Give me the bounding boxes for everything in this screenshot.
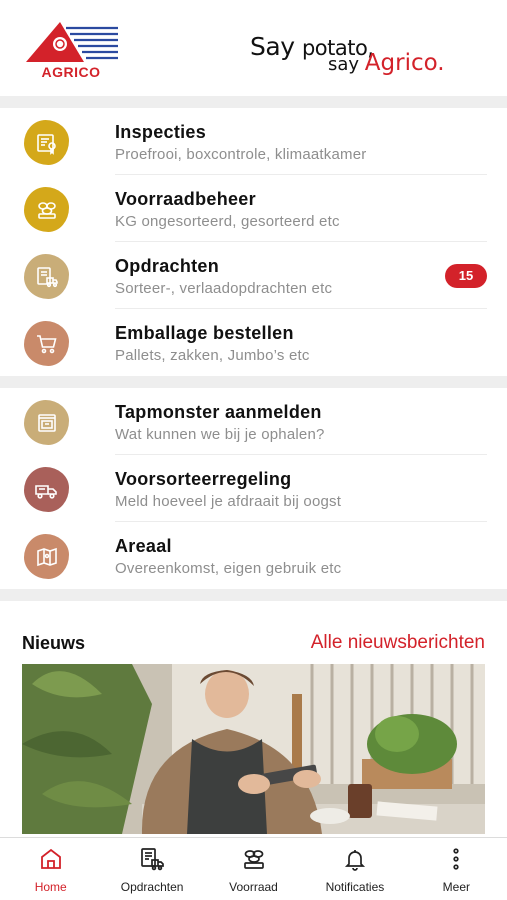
all-news-link[interactable]: Alle nieuwsberichten	[311, 632, 485, 654]
potato-stack-icon	[241, 846, 267, 872]
menu-item-subtitle: Wat kunnen we bij je ophalen?	[115, 426, 325, 443]
tab-label: Notificaties	[325, 880, 385, 894]
logo-text: AGRICO	[41, 64, 101, 80]
menu-item-title: Areaal	[115, 536, 172, 556]
menu-item-title: Emballage bestellen	[115, 323, 294, 343]
slogan: Say potato, say Agrico.	[250, 28, 485, 76]
menu-item-inspecties[interactable]: Inspecties Proefrooi, boxcontrole, klima…	[0, 108, 507, 175]
map-icon	[24, 534, 69, 579]
menu-item-subtitle: KG ongesorteerd, gesorteerd etc	[115, 213, 340, 230]
home-icon	[38, 846, 64, 872]
menu-item-title: Voorsorteerregeling	[115, 469, 292, 489]
app-header: AGRICO Say potato, say Agrico.	[0, 0, 507, 96]
document-truck-icon	[139, 846, 165, 872]
more-vertical-icon	[443, 846, 469, 872]
section-separator	[0, 376, 507, 388]
news-article-image[interactable]	[22, 664, 485, 834]
tab-label: Meer	[442, 880, 470, 894]
potato-stack-icon	[24, 187, 69, 232]
news-section-header: Nieuws Alle nieuwsberichten	[0, 601, 507, 661]
menu-item-subtitle: Overeenkomst, eigen gebruik etc	[115, 560, 342, 577]
menu-item-tapmonster[interactable]: Tapmonster aanmelden Wat kunnen we bij j…	[0, 388, 507, 455]
tab-label: Opdrachten	[120, 880, 184, 894]
bottom-tab-bar: Home Opdrachten Voorraad Notificaties Me…	[0, 837, 507, 900]
sample-box-icon	[24, 400, 69, 445]
menu-item-title: Opdrachten	[115, 256, 220, 276]
menu-item-voorsorteerregeling[interactable]: Voorsorteerregeling Meld hoeveel je afdr…	[0, 455, 507, 522]
menu-item-subtitle: Pallets, zakken, Jumbo’s etc	[115, 347, 310, 364]
menu-item-title: Tapmonster aanmelden	[115, 402, 322, 422]
slogan-brand: Agrico.	[364, 50, 445, 76]
menu-group-1: Inspecties Proefrooi, boxcontrole, klima…	[0, 108, 507, 376]
tab-label: Voorraad	[229, 880, 278, 894]
menu-item-subtitle: Meld hoeveel je afdraait bij oogst	[115, 493, 342, 510]
menu-item-title: Inspecties	[115, 122, 207, 142]
slogan-say2: say	[328, 54, 360, 75]
inspection-certificate-icon	[24, 120, 69, 165]
menu-item-opdrachten[interactable]: Opdrachten Sorteer-, verlaadopdrachten e…	[0, 242, 507, 309]
menu-item-subtitle: Sorteer-, verlaadopdrachten etc	[115, 280, 333, 297]
tab-notificaties[interactable]: Notificaties	[304, 838, 405, 900]
tab-voorraad[interactable]: Voorraad	[203, 838, 304, 900]
menu-item-areaal[interactable]: Areaal Overeenkomst, eigen gebruik etc	[0, 522, 507, 589]
menu-item-title: Voorraadbeheer	[115, 189, 256, 209]
menu-group-2: Tapmonster aanmelden Wat kunnen we bij j…	[0, 388, 507, 589]
section-separator	[0, 96, 507, 108]
slogan-say: Say	[250, 32, 295, 61]
shopping-cart-icon	[24, 321, 69, 366]
tab-label: Home	[34, 880, 67, 894]
document-truck-icon	[24, 254, 69, 299]
menu-item-subtitle: Proefrooi, boxcontrole, klimaatkamer	[115, 146, 367, 163]
tab-opdrachten[interactable]: Opdrachten	[101, 838, 202, 900]
tab-meer[interactable]: Meer	[406, 838, 507, 900]
dump-truck-icon	[24, 467, 69, 512]
news-title: Nieuws	[22, 633, 86, 653]
menu-item-voorraadbeheer[interactable]: Voorraadbeheer KG ongesorteerd, gesortee…	[0, 175, 507, 242]
tab-home[interactable]: Home	[0, 838, 101, 900]
bell-icon	[342, 846, 368, 872]
agrico-logo[interactable]: AGRICO	[22, 20, 120, 80]
section-separator	[0, 589, 507, 601]
logo-triangle-icon	[26, 22, 118, 62]
count-badge: 15	[445, 264, 487, 288]
menu-item-emballage[interactable]: Emballage bestellen Pallets, zakken, Jum…	[0, 309, 507, 376]
